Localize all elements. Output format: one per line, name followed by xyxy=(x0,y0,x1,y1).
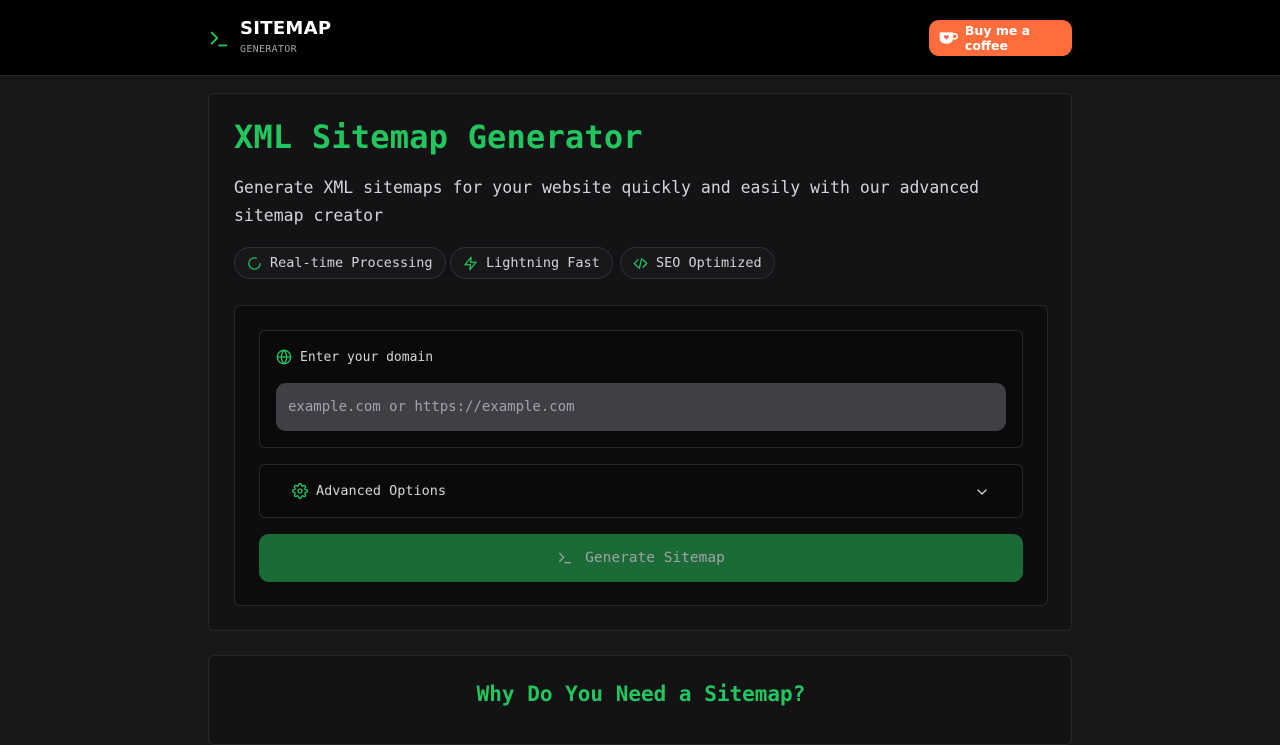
brand-logo[interactable]: SITEMAP GENERATOR xyxy=(208,18,331,55)
brand-text: SITEMAP GENERATOR xyxy=(240,18,331,55)
chip-seo-optimized: SEO Optimized xyxy=(620,247,775,279)
sitemap-form: Enter your domain Advanced Options Gener… xyxy=(234,305,1048,606)
page-title: XML Sitemap Generator xyxy=(234,118,643,156)
brand-title: SITEMAP xyxy=(240,18,332,39)
why-sitemap-section: Why Do You Need a Sitemap? xyxy=(208,655,1072,745)
coffee-cup-icon xyxy=(939,32,959,44)
top-navbar: SITEMAP GENERATOR Buy me a coffee xyxy=(0,0,1280,76)
generate-button-label: Generate Sitemap xyxy=(585,550,725,566)
advanced-options-label: Advanced Options xyxy=(316,483,447,499)
buy-me-a-coffee-button[interactable]: Buy me a coffee xyxy=(929,20,1072,56)
globe-icon xyxy=(276,349,292,365)
terminal-icon xyxy=(559,552,572,564)
brand-subtitle: GENERATOR xyxy=(240,44,297,55)
chip-lightning-fast: Lightning Fast xyxy=(450,247,613,279)
section-title: Why Do You Need a Sitemap? xyxy=(476,682,806,706)
lightning-icon xyxy=(464,256,477,270)
chevron-down-icon xyxy=(977,489,987,495)
chip-label: SEO Optimized xyxy=(656,255,762,271)
generate-sitemap-button[interactable]: Generate Sitemap xyxy=(259,534,1023,582)
generator-card: XML Sitemap Generator Generate XML sitem… xyxy=(208,93,1072,631)
page-description: Generate XML sitemaps for your website q… xyxy=(234,178,980,225)
domain-section: Enter your domain xyxy=(259,330,1023,448)
domain-label-text: Enter your domain xyxy=(300,349,434,365)
chip-label: Lightning Fast xyxy=(486,255,600,271)
domain-label: Enter your domain xyxy=(276,349,433,365)
chip-label: Real-time Processing xyxy=(270,255,433,271)
coffee-button-label: Buy me a coffee xyxy=(964,23,1031,53)
gear-icon xyxy=(292,483,308,499)
chip-real-time-processing: Real-time Processing xyxy=(234,247,446,279)
advanced-options-toggle[interactable]: Advanced Options xyxy=(259,464,1023,518)
terminal-icon xyxy=(210,31,228,47)
loader-icon xyxy=(248,256,261,270)
code-icon xyxy=(633,257,648,269)
domain-input[interactable] xyxy=(276,383,1006,431)
